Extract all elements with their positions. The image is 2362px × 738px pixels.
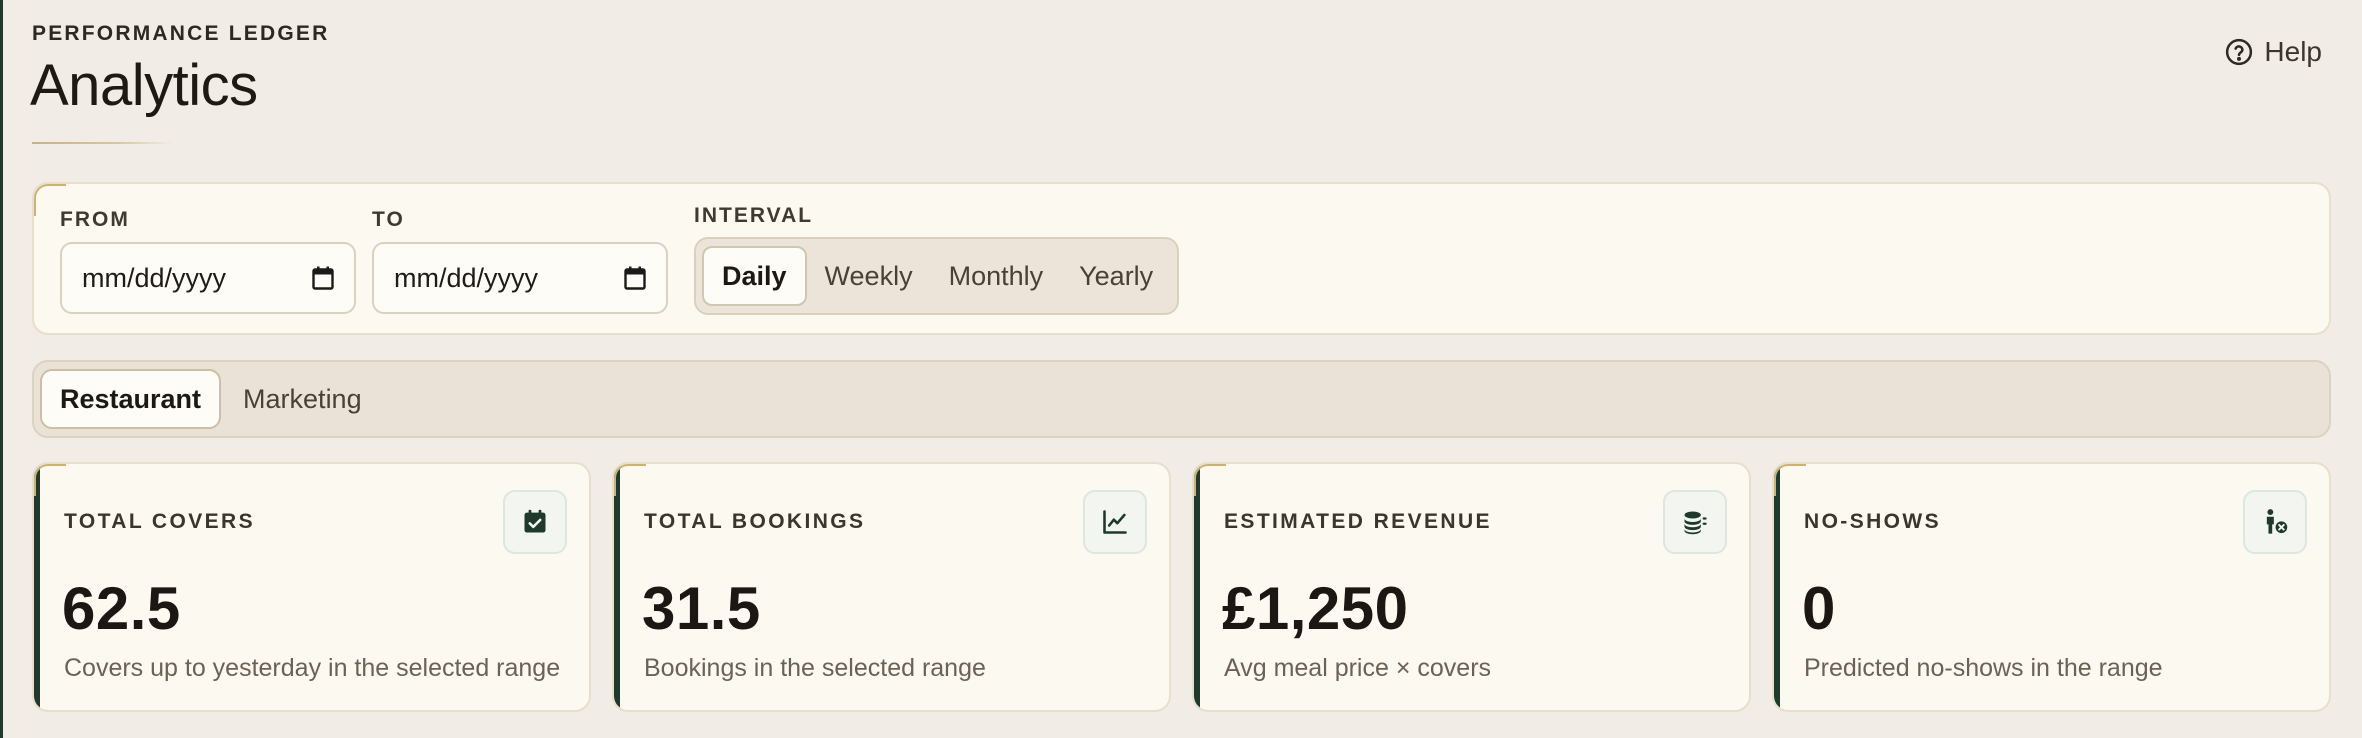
card-value: 31.5 — [642, 575, 761, 642]
card-value: 62.5 — [62, 575, 181, 642]
interval-selector: Daily Weekly Monthly Yearly — [694, 237, 1180, 315]
calendar-icon[interactable] — [624, 266, 646, 290]
line-chart-icon — [1103, 510, 1127, 534]
card-title: ESTIMATED REVENUE — [1224, 510, 1492, 533]
card-icon-box — [1083, 490, 1147, 554]
card-description: Predicted no-shows in the range — [1804, 654, 2163, 682]
page-title: Analytics — [30, 53, 258, 118]
corner-accent — [1774, 464, 1806, 496]
card-icon-box — [1663, 490, 1727, 554]
filter-panel: FROM mm/dd/yyyy TO mm/dd/yyyy INTERVAL D… — [32, 182, 2331, 335]
card-value: £1,250 — [1222, 575, 1409, 642]
from-label: FROM — [60, 208, 130, 231]
card-icon-box — [503, 490, 567, 554]
to-date-placeholder: mm/dd/yyyy — [394, 262, 539, 293]
card-title: TOTAL BOOKINGS — [644, 510, 866, 533]
card-title: TOTAL COVERS — [64, 510, 255, 533]
stat-card-total-bookings: TOTAL BOOKINGS 31.5 Bookings in the sele… — [612, 462, 1171, 712]
card-title: NO-SHOWS — [1804, 510, 1942, 533]
calendar-icon[interactable] — [312, 266, 334, 290]
title-underline — [32, 142, 174, 144]
to-label: TO — [372, 208, 405, 231]
card-icon-box — [2243, 490, 2307, 554]
corner-accent — [34, 464, 66, 496]
card-accent-bar — [34, 464, 40, 710]
help-label: Help — [2264, 36, 2322, 67]
section-tabs: Restaurant Marketing — [32, 360, 2331, 438]
stat-card-estimated-revenue: ESTIMATED REVENUE £1,250 Avg meal price … — [1192, 462, 1751, 712]
stat-card-no-shows: NO-SHOWS 0 Predicted no-shows in the ran… — [1772, 462, 2331, 712]
corner-accent — [614, 464, 646, 496]
help-button[interactable]: Help — [2224, 36, 2322, 68]
interval-daily-button[interactable]: Daily — [702, 246, 807, 306]
person-cancel-icon — [2266, 509, 2288, 534]
coins-icon — [1684, 511, 1707, 535]
to-date-input[interactable]: mm/dd/yyyy — [372, 242, 668, 314]
from-date-placeholder: mm/dd/yyyy — [82, 262, 227, 293]
stat-card-total-covers: TOTAL COVERS 62.5 Covers up to yesterday… — [32, 462, 591, 712]
page-eyebrow: PERFORMANCE LEDGER — [32, 22, 330, 45]
card-description: Avg meal price × covers — [1224, 654, 1492, 682]
corner-accent — [1194, 464, 1226, 496]
tab-restaurant[interactable]: Restaurant — [40, 369, 222, 429]
card-description: Bookings in the selected range — [644, 654, 986, 682]
interval-weekly-button[interactable]: Weekly — [807, 246, 931, 306]
card-accent-bar — [614, 464, 620, 710]
card-accent-bar — [1774, 464, 1780, 710]
left-accent-rule — [0, 0, 3, 738]
card-value: 0 — [1802, 575, 1836, 642]
interval-label: INTERVAL — [694, 204, 814, 227]
calendar-check-icon — [524, 509, 546, 533]
card-description: Covers up to yesterday in the selected r… — [64, 654, 561, 682]
card-accent-bar — [1194, 464, 1200, 710]
help-circle-icon — [2226, 38, 2253, 66]
interval-yearly-button[interactable]: Yearly — [1061, 246, 1171, 306]
tab-marketing[interactable]: Marketing — [225, 369, 380, 429]
from-date-input[interactable]: mm/dd/yyyy — [60, 242, 356, 314]
interval-monthly-button[interactable]: Monthly — [931, 246, 1062, 306]
